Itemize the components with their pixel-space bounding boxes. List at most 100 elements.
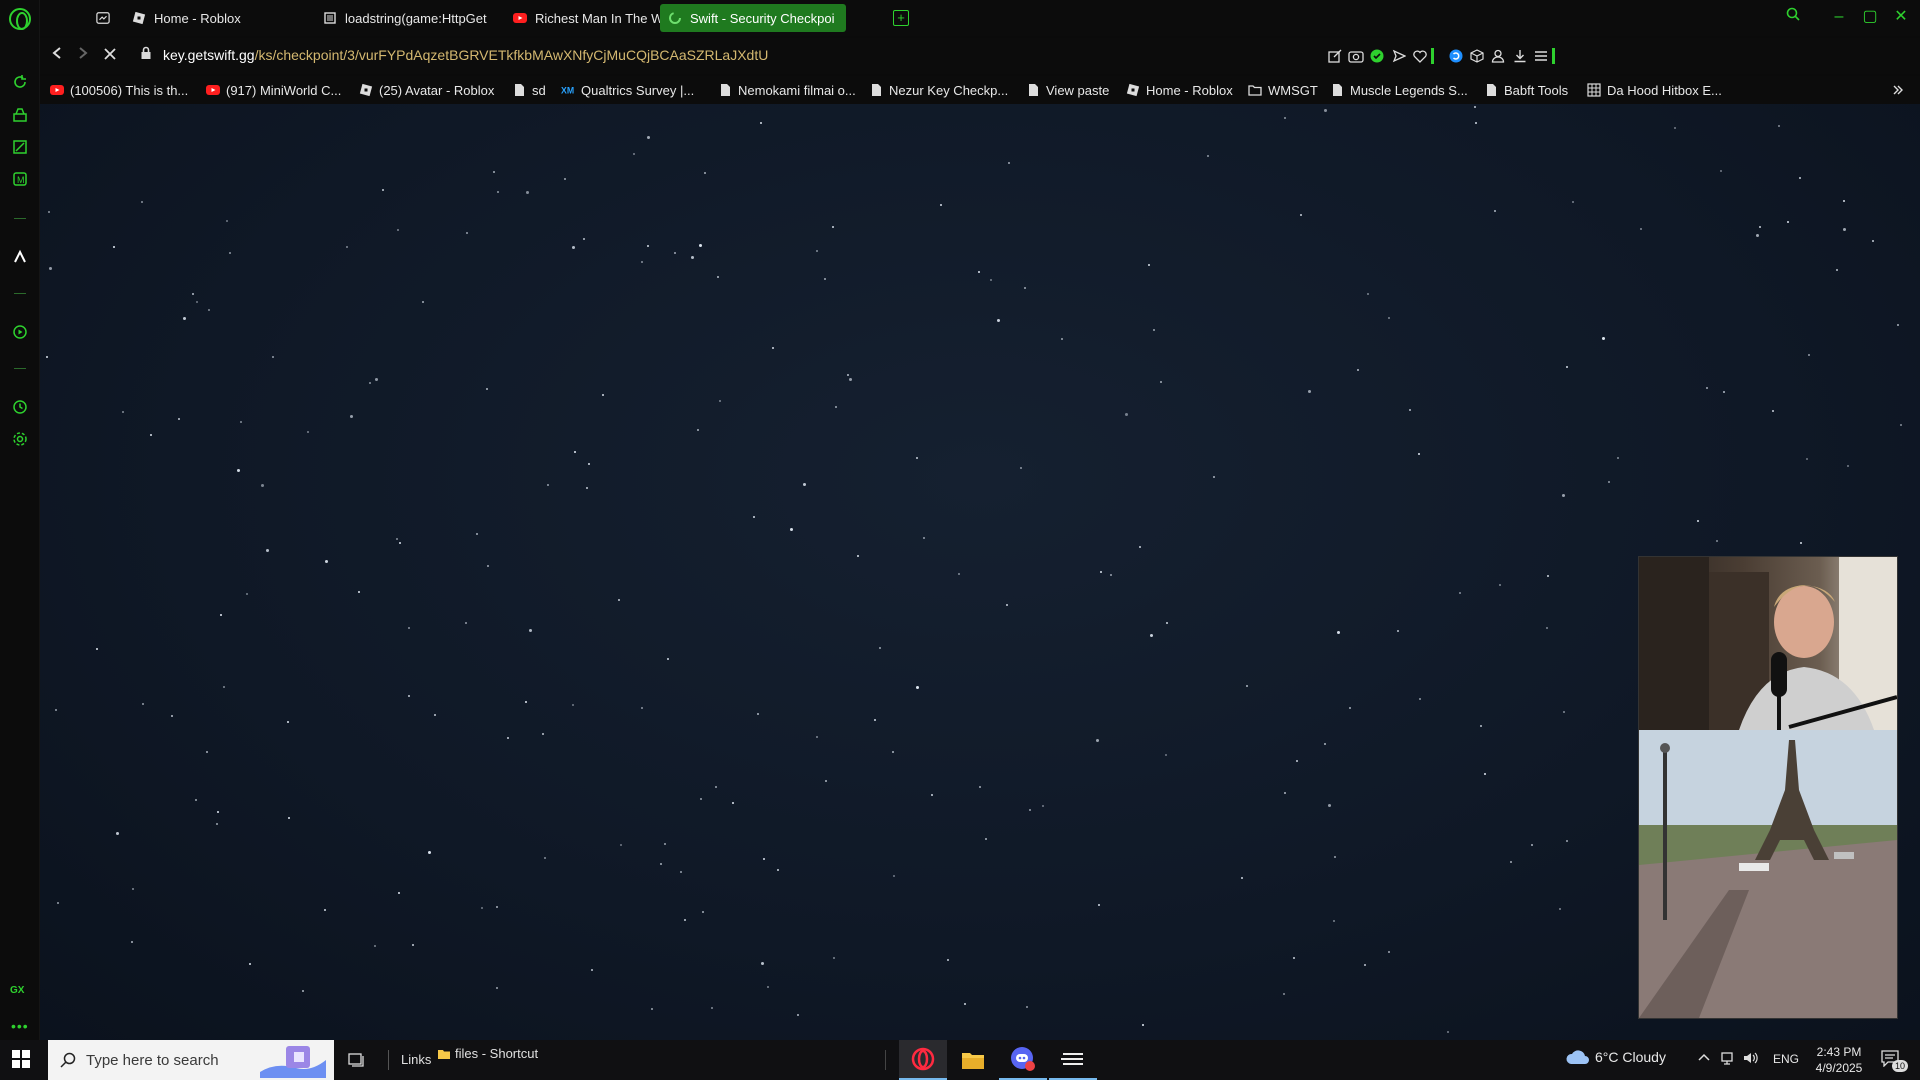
close-icon[interactable]: ✕ <box>1890 6 1912 28</box>
star <box>547 484 549 486</box>
star <box>408 627 410 629</box>
menu-icon[interactable] <box>1532 47 1550 65</box>
camera-icon[interactable] <box>1347 47 1365 65</box>
refresh-icon[interactable] <box>10 72 30 92</box>
star <box>1367 293 1369 295</box>
forward-icon[interactable] <box>73 46 93 66</box>
star <box>1166 622 1168 624</box>
star <box>763 858 765 860</box>
gx-corner-label[interactable]: GX <box>10 985 24 996</box>
settings-icon[interactable] <box>10 429 30 449</box>
bookmark-item[interactable]: sd <box>512 80 546 100</box>
star <box>1160 381 1162 383</box>
opera-gx-logo-icon[interactable] <box>9 8 31 30</box>
star <box>307 431 309 433</box>
loading-icon <box>669 12 681 24</box>
taskbar-search-box[interactable]: Type here to search <box>48 1040 334 1080</box>
bookmark-item[interactable]: Home - Roblox <box>1126 80 1233 100</box>
sidebar-more-icon[interactable]: ••• <box>11 1018 29 1034</box>
download-icon[interactable] <box>1511 47 1529 65</box>
bookmark-item[interactable]: XM Qualtrics Survey |... <box>561 80 694 100</box>
discord-taskbar-icon[interactable] <box>999 1040 1047 1080</box>
bookmark-item[interactable]: (25) Avatar - Roblox <box>359 80 494 100</box>
player-icon[interactable] <box>10 322 30 342</box>
star <box>529 629 532 632</box>
windows-start-icon[interactable] <box>12 1050 32 1070</box>
star <box>700 798 702 800</box>
star <box>272 356 274 358</box>
files-shortcut-item[interactable]: files - Shortcut <box>437 1046 538 1061</box>
clock[interactable]: 2:43 PM 4/9/2025 <box>1804 1044 1874 1076</box>
star <box>206 751 208 753</box>
clock-date: 4/9/2025 <box>1815 1061 1863 1075</box>
bookmark-item[interactable]: Da Hood Hitbox E... <box>1587 80 1722 100</box>
network-icon[interactable] <box>1720 1051 1734 1068</box>
twitch-icon[interactable] <box>10 137 30 157</box>
back-icon[interactable] <box>47 46 67 66</box>
star <box>832 226 834 228</box>
language-indicator[interactable]: ENG <box>1773 1052 1799 1066</box>
notification-center-icon[interactable]: 10 <box>1880 1049 1909 1073</box>
bookmark-item[interactable]: Muscle Legends S... <box>1330 80 1468 100</box>
task-view-icon[interactable] <box>348 1051 366 1072</box>
maximize-icon[interactable]: ▢ <box>1859 6 1881 28</box>
opera-gx-taskbar-icon[interactable] <box>899 1040 947 1080</box>
tab-swift-security[interactable]: Swift - Security Checkpoi <box>660 4 846 32</box>
bookmark-item[interactable]: View paste <box>1026 80 1109 100</box>
star <box>1409 409 1411 411</box>
easy-setup-icon[interactable] <box>1326 47 1344 65</box>
star <box>717 276 719 278</box>
shop-icon[interactable] <box>10 105 30 125</box>
bookmark-item[interactable]: Nemokami filmai o... <box>718 80 856 100</box>
star <box>369 382 371 384</box>
star <box>141 201 143 203</box>
new-tab-button[interactable]: + <box>893 10 909 26</box>
star <box>1808 354 1810 356</box>
search-tabs-icon[interactable] <box>1782 6 1804 28</box>
workspaces-icon[interactable] <box>88 4 118 32</box>
bookmark-item[interactable]: WMSGT <box>1248 80 1318 100</box>
user-profile-icon[interactable] <box>1489 47 1507 65</box>
file-explorer-taskbar-icon[interactable] <box>949 1040 997 1080</box>
bookmarks-overflow-icon[interactable] <box>1892 80 1904 100</box>
toolbar-divider <box>1430 47 1434 65</box>
star <box>857 555 859 557</box>
weather-widget[interactable]: 6°C Cloudy <box>1565 1048 1666 1066</box>
address-bar: key.getswift.gg/ks/checkpoint/3/vurFYPdA… <box>40 38 1920 74</box>
bookmark-item[interactable]: (917) MiniWorld C... <box>206 80 341 100</box>
extension-blue-icon[interactable] <box>1447 47 1465 65</box>
bookmark-item[interactable]: Babft Tools <box>1484 80 1568 100</box>
bookmark-item[interactable]: (100506) This is th... <box>50 80 188 100</box>
lock-icon[interactable] <box>136 46 156 66</box>
star <box>847 374 849 376</box>
heart-icon[interactable] <box>1411 47 1429 65</box>
star <box>1836 269 1838 271</box>
star <box>1772 410 1774 412</box>
star <box>1572 201 1574 203</box>
star <box>978 271 980 273</box>
app-taskbar-icon[interactable] <box>1049 1040 1097 1080</box>
history-icon[interactable] <box>10 397 30 417</box>
links-toolbar-label[interactable]: Links <box>401 1052 431 1067</box>
volume-icon[interactable] <box>1743 1051 1759 1068</box>
messenger-icon[interactable]: M <box>10 169 30 189</box>
star <box>1333 920 1335 922</box>
tray-overflow-icon[interactable] <box>1697 1050 1711 1067</box>
star <box>680 871 682 873</box>
bookmark-item[interactable]: Nezur Key Checkp... <box>869 80 1008 100</box>
minimize-icon[interactable]: – <box>1828 6 1850 28</box>
bookmark-label: Nemokami filmai o... <box>738 82 856 98</box>
url-field[interactable]: key.getswift.gg/ks/checkpoint/3/vurFYPdA… <box>163 47 768 63</box>
tab-loadstring[interactable]: loadstring(game:HttpGet( <box>315 4 495 32</box>
star <box>667 658 669 660</box>
cube-icon[interactable] <box>1468 47 1486 65</box>
aria-icon[interactable] <box>10 247 30 267</box>
tab-home-roblox[interactable]: Home - Roblox <box>124 4 314 32</box>
send-icon[interactable] <box>1390 47 1408 65</box>
shield-check-icon[interactable] <box>1368 47 1386 65</box>
star <box>408 695 410 697</box>
star <box>990 279 992 281</box>
clock-time: 2:43 PM <box>1816 1045 1862 1059</box>
stop-loading-icon[interactable] <box>100 46 120 66</box>
bookmark-label: Nezur Key Checkp... <box>889 82 1009 98</box>
